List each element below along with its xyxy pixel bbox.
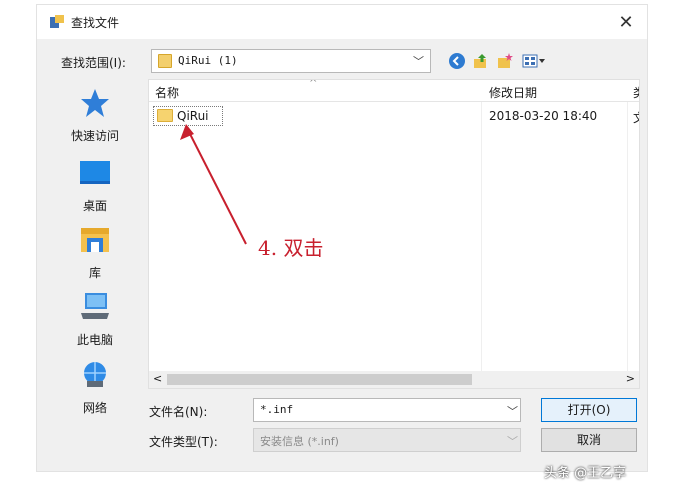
close-button[interactable]: ✕ bbox=[615, 11, 637, 33]
lookin-value: QiRui (1) bbox=[178, 54, 238, 67]
file-list[interactable]: ^ 名称 修改日期 类 QiRui 2018-03-20 18:40 文 < > bbox=[148, 79, 640, 389]
places-bar: 快速访问 桌面 库 此电脑 网络 bbox=[51, 79, 139, 419]
new-folder-icon bbox=[498, 53, 513, 68]
close-icon: ✕ bbox=[618, 11, 634, 33]
place-libraries[interactable]: 库 bbox=[51, 224, 139, 284]
cancel-button[interactable]: 取消 bbox=[541, 428, 637, 452]
up-folder-icon bbox=[474, 54, 486, 68]
back-button[interactable] bbox=[447, 51, 467, 71]
file-type: 文 bbox=[633, 109, 639, 126]
filename-label: 文件名(N): bbox=[149, 405, 208, 419]
column-divider bbox=[481, 102, 482, 372]
column-header-name[interactable]: 名称 bbox=[155, 84, 179, 101]
library-icon bbox=[81, 228, 109, 252]
find-file-dialog: 查找文件 ✕ 查找范围(I): QiRui (1) ﹀ 快速访问 桌面 库 此电… bbox=[36, 4, 648, 472]
file-list-header: ^ 名称 修改日期 类 bbox=[149, 80, 639, 102]
place-label: 快速访问 bbox=[70, 129, 119, 143]
dialog-title: 查找文件 bbox=[71, 16, 120, 30]
computer-icon bbox=[81, 293, 109, 319]
place-network[interactable]: 网络 bbox=[51, 359, 139, 419]
new-folder-button[interactable] bbox=[495, 51, 515, 71]
place-label: 网络 bbox=[82, 401, 107, 415]
scroll-right-icon[interactable]: > bbox=[626, 372, 635, 385]
app-icon bbox=[49, 14, 65, 30]
watermark: 头条 @王乙享 bbox=[544, 466, 627, 481]
network-icon bbox=[84, 362, 106, 387]
desktop-icon bbox=[80, 161, 110, 184]
place-label: 桌面 bbox=[82, 199, 107, 213]
horizontal-scrollbar[interactable]: < > bbox=[149, 371, 639, 388]
column-divider bbox=[627, 102, 628, 372]
place-label: 库 bbox=[88, 266, 101, 280]
filetype-label: 文件类型(T): bbox=[149, 435, 218, 449]
place-this-pc[interactable]: 此电脑 bbox=[51, 291, 139, 351]
chevron-down-icon: ﹀ bbox=[507, 435, 518, 448]
place-quick-access[interactable]: 快速访问 bbox=[51, 87, 139, 147]
folder-icon bbox=[158, 54, 172, 68]
place-label: 此电脑 bbox=[76, 333, 113, 347]
filetype-combo: 安装信息 (*.inf) bbox=[253, 428, 521, 452]
filename-input[interactable]: *.inf bbox=[253, 398, 521, 422]
scroll-left-icon[interactable]: < bbox=[153, 372, 162, 385]
place-desktop[interactable]: 桌面 bbox=[51, 157, 139, 217]
view-menu-button[interactable] bbox=[521, 51, 547, 71]
view-menu-icon bbox=[522, 54, 545, 68]
file-date: 2018-03-20 18:40 bbox=[489, 109, 598, 123]
title-bar: 查找文件 ✕ bbox=[37, 5, 647, 39]
star-icon bbox=[81, 89, 109, 117]
column-header-type[interactable]: 类 bbox=[633, 84, 639, 101]
file-name: QiRui bbox=[177, 109, 209, 123]
column-header-date[interactable]: 修改日期 bbox=[489, 84, 537, 101]
scroll-thumb[interactable] bbox=[167, 374, 472, 385]
sort-ascending-icon: ^ bbox=[309, 79, 318, 89]
annotation-label: 4. 双击 bbox=[258, 236, 324, 260]
lookin-label: 查找范围(I): bbox=[61, 56, 126, 70]
file-row-qirui[interactable]: QiRui 2018-03-20 18:40 文 bbox=[149, 106, 639, 126]
folder-icon bbox=[157, 109, 173, 122]
chevron-down-icon: ﹀ bbox=[413, 55, 424, 68]
lookin-combo[interactable]: QiRui (1) ﹀ bbox=[151, 49, 431, 73]
open-button[interactable]: 打开(O) bbox=[541, 398, 637, 422]
chevron-down-icon[interactable]: ﹀ bbox=[507, 403, 518, 419]
up-folder-button[interactable] bbox=[471, 51, 491, 71]
back-icon bbox=[449, 53, 465, 69]
